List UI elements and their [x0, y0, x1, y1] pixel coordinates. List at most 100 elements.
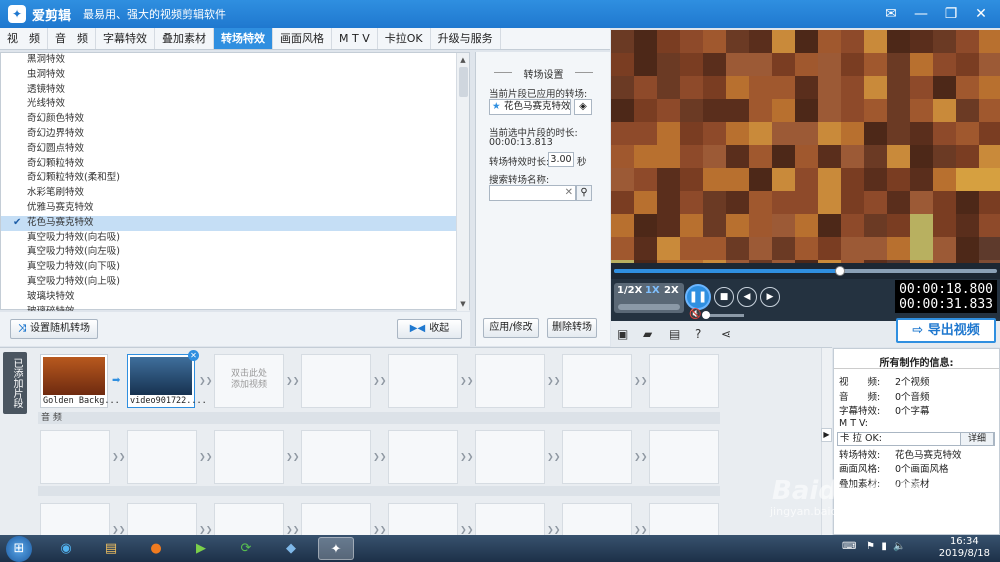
tab-6[interactable]: M T V [332, 28, 378, 49]
transition-arrow-icon[interactable]: ❯❯ [373, 450, 386, 464]
tab-4[interactable]: 转场特效 [214, 28, 273, 49]
empty-slot[interactable] [475, 430, 545, 484]
export-video-button[interactable]: ⇨ 导出视频 [896, 318, 996, 343]
transition-arrow-icon[interactable]: ➡ [112, 374, 124, 388]
speed-slider[interactable] [618, 304, 680, 310]
pause-icon[interactable]: ❚❚ [685, 284, 711, 310]
network-icon[interactable]: ▮ [881, 541, 887, 552]
photo-app-icon[interactable]: ◆ [273, 537, 309, 560]
video-clip[interactable]: video901722.... ✕ [127, 350, 207, 408]
tab-1[interactable]: 音 频 [48, 28, 96, 49]
effect-list-item[interactable]: 奇幻圆点特效 [1, 142, 458, 157]
volume-knob[interactable] [702, 311, 710, 319]
save-icon[interactable]: ▤ [669, 327, 680, 341]
transition-arrow-icon[interactable]: ❯❯ [112, 450, 125, 464]
tab-5[interactable]: 画面风格 [273, 28, 332, 49]
effect-list-item[interactable]: 奇幻颗粒特效 [1, 157, 458, 172]
transition-arrow-icon[interactable]: ❯❯ [199, 523, 212, 535]
empty-slot[interactable] [562, 354, 632, 408]
empty-slot[interactable] [214, 430, 284, 484]
empty-slot[interactable] [301, 503, 371, 535]
transition-arrow-icon[interactable]: ❯❯ [460, 374, 473, 388]
effect-list-item[interactable]: 虫洞特效 [1, 68, 458, 83]
empty-slot[interactable] [127, 430, 197, 484]
progress-track[interactable] [614, 266, 997, 276]
transition-arrow-icon[interactable]: ❯❯ [634, 523, 647, 535]
minimize-button[interactable]: — [906, 0, 936, 28]
empty-slot[interactable] [649, 354, 719, 408]
scroll-thumb[interactable] [459, 67, 468, 97]
transition-arrow-icon[interactable]: ❯❯ [199, 374, 212, 388]
transition-arrow-icon[interactable]: ❯❯ [286, 374, 299, 388]
collapse-button[interactable]: ▶◀ 收起 [397, 319, 462, 339]
remove-clip-icon[interactable]: ✕ [188, 350, 199, 361]
transition-arrow-icon[interactable]: ❯❯ [286, 450, 299, 464]
progress-knob[interactable] [834, 266, 845, 276]
transition-arrow-icon[interactable]: ❯❯ [547, 523, 560, 535]
transition-arrow-icon[interactable]: ❯❯ [373, 523, 386, 535]
video-app-icon[interactable]: ▶ [183, 537, 219, 560]
added-clips-tab[interactable]: 已添加片段 [3, 352, 27, 414]
playback-progress[interactable] [611, 263, 1000, 279]
mute-icon[interactable]: 🔇 [689, 309, 701, 320]
speed-double[interactable]: 2X [664, 285, 679, 296]
effect-list-item[interactable]: 光线特效 [1, 97, 458, 112]
scroll-down-icon[interactable]: ▼ [457, 298, 469, 310]
transition-arrow-icon[interactable]: ❯❯ [634, 374, 647, 388]
flag-icon[interactable]: ⚑ [866, 541, 875, 552]
search-icon[interactable]: ⚲ [576, 185, 592, 201]
clock[interactable]: 16:34 2019/8/18 [939, 536, 990, 560]
tab-2[interactable]: 字幕特效 [96, 28, 155, 49]
karaoke-detail-button[interactable]: 详细 [960, 432, 994, 446]
effect-list-item[interactable]: 玻璃碎特效 [1, 305, 458, 311]
video-clip[interactable]: Golden Backg... [40, 354, 120, 408]
volume-slider[interactable] [702, 311, 744, 319]
transition-arrow-icon[interactable]: ❯❯ [460, 450, 473, 464]
empty-slot[interactable] [649, 503, 719, 535]
tab-3[interactable]: 叠加素材 [155, 28, 214, 49]
effect-list-item[interactable]: 奇幻颗粒特效(柔和型) [1, 171, 458, 186]
empty-slot[interactable] [40, 430, 110, 484]
refresh-app-icon[interactable]: ⟳ [228, 537, 264, 560]
empty-slot[interactable]: 双击此处 添加视频 [214, 354, 284, 408]
empty-slot[interactable] [301, 430, 371, 484]
speed-half[interactable]: 1/2X [617, 285, 642, 296]
tab-8[interactable]: 升级与服务 [431, 28, 501, 49]
prev-frame-icon[interactable]: ◀ [737, 287, 757, 307]
media-player-icon[interactable]: ◉ [48, 537, 84, 560]
effect-duration-input[interactable]: 3.00 [548, 152, 574, 167]
empty-slot[interactable] [562, 430, 632, 484]
clear-icon[interactable]: ✕ [565, 186, 573, 200]
effect-list-item[interactable]: 黑洞特效 [1, 53, 458, 68]
empty-slot[interactable] [127, 503, 197, 535]
tab-7[interactable]: 卡拉OK [378, 28, 431, 49]
transition-arrow-icon[interactable]: ❯❯ [460, 523, 473, 535]
start-button[interactable]: ⊞ [6, 536, 32, 562]
stop-icon[interactable]: ■ [714, 287, 734, 307]
video-preview[interactable] [611, 30, 1000, 263]
aijianji-app-icon[interactable]: ✦ [318, 537, 354, 560]
empty-slot[interactable] [388, 430, 458, 484]
close-button[interactable]: ✕ [966, 0, 996, 28]
cube-icon[interactable]: ◈ [574, 99, 592, 115]
volume-icon[interactable]: 🔈 [893, 541, 905, 552]
empty-slot[interactable] [388, 354, 458, 408]
effect-list-item[interactable]: 真空吸力特效(向右吸) [1, 231, 458, 246]
next-frame-icon[interactable]: ▶ [760, 287, 780, 307]
speed-normal[interactable]: 1X [645, 285, 660, 296]
effect-list-item[interactable]: ✔ 花色马赛克特效 [1, 215, 458, 231]
transition-arrow-icon[interactable]: ❯❯ [634, 450, 647, 464]
share-icon[interactable]: ⋖ [721, 327, 731, 341]
empty-slot[interactable] [301, 354, 371, 408]
open-folder-icon[interactable]: ▰ [643, 327, 652, 341]
feedback-icon[interactable]: ✉ [876, 0, 906, 28]
effect-list-item[interactable]: 透镜特效 [1, 83, 458, 98]
transition-arrow-icon[interactable]: ❯❯ [547, 374, 560, 388]
effect-list-item[interactable]: 真空吸力特效(向下吸) [1, 260, 458, 275]
effect-list-item[interactable]: 优雅马赛克特效 [1, 201, 458, 216]
help-icon[interactable]: ? [695, 327, 701, 341]
transition-arrow-icon[interactable]: ❯❯ [547, 450, 560, 464]
effect-list-item[interactable]: 水彩笔刷特效 [1, 186, 458, 201]
effect-list-scrollbar[interactable]: ▲ ▼ [456, 53, 469, 311]
effect-list-item[interactable]: 奇幻边界特效 [1, 127, 458, 142]
